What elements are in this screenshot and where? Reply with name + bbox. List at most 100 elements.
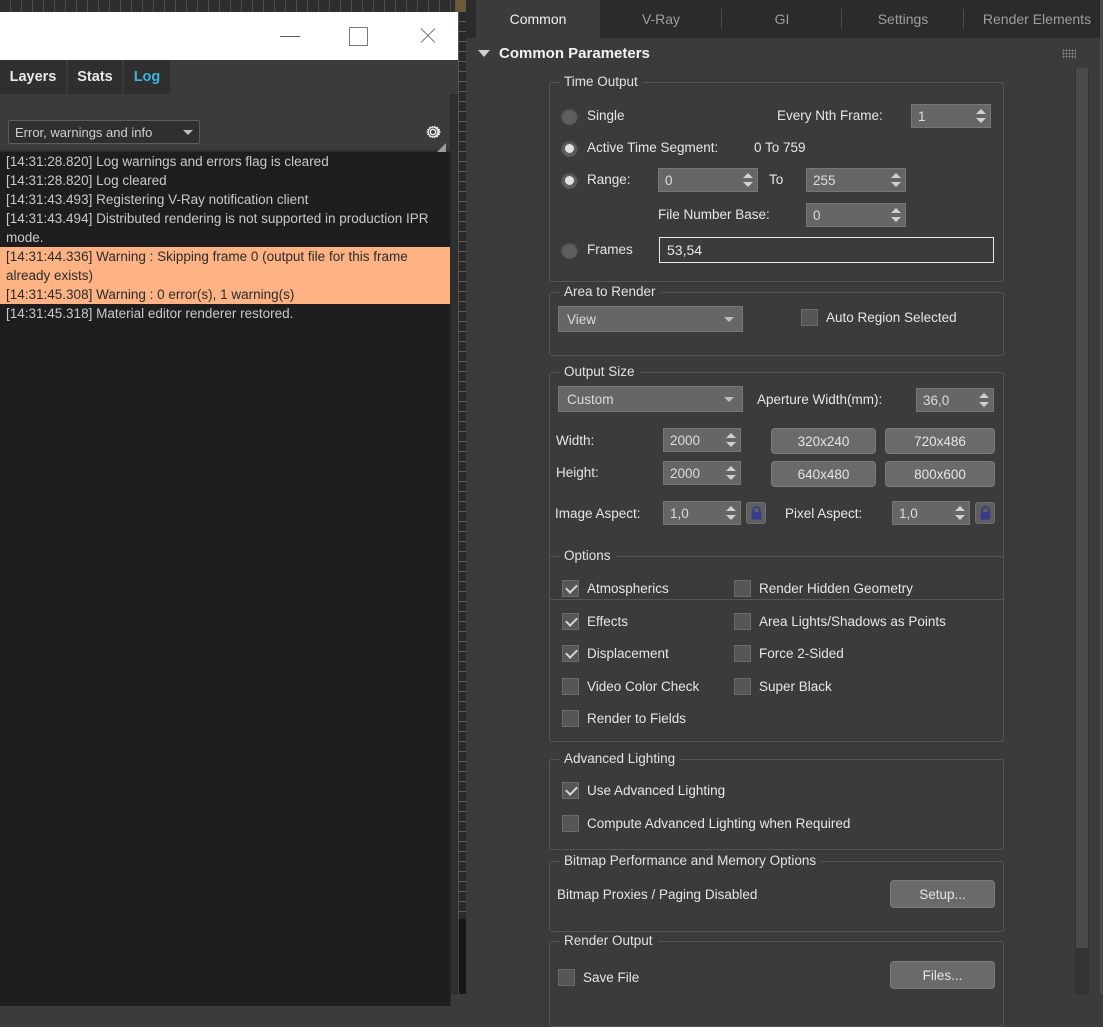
option-label-video-color-check: Video Color Check: [587, 678, 700, 694]
radio-single[interactable]: [561, 108, 578, 125]
spinner-width[interactable]: 2000: [663, 428, 741, 452]
gear-icon[interactable]: [422, 121, 444, 143]
group-label-advanced-lighting: Advanced Lighting: [559, 751, 681, 766]
preset-button-720x486[interactable]: 720x486: [885, 428, 995, 454]
option-label-displacement: Displacement: [587, 646, 669, 661]
spinner-arrows-icon[interactable]: [722, 502, 738, 524]
spinner-height[interactable]: 2000: [663, 461, 741, 485]
frames-input[interactable]: 53,54: [659, 237, 994, 263]
close-icon: [418, 26, 438, 46]
panel-body: Time Output Single Every Nth Frame: 1 Ac…: [466, 68, 1072, 1027]
drag-handle-dots[interactable]: [1062, 49, 1076, 59]
option-checkbox-displacement[interactable]: [562, 645, 579, 662]
radio-frames[interactable]: [561, 242, 578, 259]
label-aperture-width: Aperture Width(mm):: [757, 392, 883, 407]
label-single: Single: [587, 108, 625, 123]
spinner-arrows-icon[interactable]: [722, 429, 738, 451]
checkbox-save-file[interactable]: [558, 969, 575, 986]
pixel-aspect-lock-button[interactable]: [975, 502, 995, 524]
option-checkbox-effects[interactable]: [562, 612, 579, 630]
rollout-title: Common Parameters: [499, 44, 650, 62]
spinner-arrows-icon[interactable]: [951, 502, 967, 524]
output-size-preset-dropdown[interactable]: Custom: [558, 386, 743, 412]
scrollbar-thumb[interactable]: [1076, 68, 1088, 948]
maximize-button[interactable]: [324, 12, 393, 60]
option-label-render-hidden-geometry: Render Hidden Geometry: [759, 581, 913, 596]
area-to-render-dropdown[interactable]: View: [558, 306, 743, 332]
aperture-width-value: 36,0: [923, 392, 950, 408]
radio-active-time-segment[interactable]: [561, 140, 578, 157]
render-setup-tab-bar: Common V-Ray GI Settings Render Elements: [466, 0, 1100, 38]
spinner-arrows-icon[interactable]: [975, 389, 991, 411]
option-checkbox-render-to-fields[interactable]: [562, 710, 579, 727]
tab-render-elements[interactable]: Render Elements: [964, 0, 1103, 38]
spinner-arrows-icon[interactable]: [739, 169, 755, 191]
file-number-base-value: 0: [813, 207, 821, 223]
advanced-lighting-label-use-advanced-lighting: Use Advanced Lighting: [587, 783, 726, 798]
tab-gi[interactable]: GI: [722, 0, 842, 38]
spinner-arrows-icon[interactable]: [722, 462, 738, 484]
label-width: Width:: [556, 433, 595, 448]
tab-stats[interactable]: Stats: [68, 60, 124, 94]
tab-layers[interactable]: Layers: [0, 60, 68, 94]
resize-grip[interactable]: [437, 143, 446, 152]
chevron-down-icon: [183, 129, 193, 135]
close-button[interactable]: [393, 12, 462, 60]
bitmap-setup-button[interactable]: Setup...: [890, 880, 995, 908]
tab-v-ray[interactable]: V-Ray: [600, 0, 722, 38]
spinner-image-aspect[interactable]: 1,0: [663, 501, 741, 525]
spinner-aperture-width[interactable]: 36,0: [916, 388, 994, 412]
option-checkbox-area-lights-shadows-as-points[interactable]: [734, 612, 751, 630]
log-line: [14:31:43.494] Distributed rendering is …: [6, 211, 433, 245]
rollout-header-common-parameters[interactable]: Common Parameters: [466, 38, 1100, 68]
tab-label: Common: [509, 11, 567, 27]
every-nth-frame-value: 1: [918, 108, 926, 124]
log-level-filter-value: Error, warnings and info: [15, 124, 153, 140]
spinner-arrows-icon[interactable]: [887, 169, 903, 191]
log-level-filter-dropdown[interactable]: Error, warnings and info: [8, 120, 200, 144]
spinner-range-to[interactable]: 255: [806, 168, 906, 192]
option-label-render-to-fields: Render to Fields: [587, 711, 687, 726]
label-save-file: Save File: [583, 970, 640, 985]
option-checkbox-atmospherics[interactable]: [562, 580, 579, 597]
spinner-file-number-base[interactable]: 0: [806, 203, 906, 227]
output-size-preset-value: Custom: [567, 391, 614, 407]
render-output-files-button[interactable]: Files...: [890, 961, 995, 989]
spinner-every-nth-frame[interactable]: 1: [911, 104, 991, 128]
panel-scrollbar[interactable]: [1075, 68, 1089, 994]
chevron-down-icon: [478, 49, 490, 57]
area-to-render-value: View: [567, 311, 597, 327]
tab-label: Render Elements: [982, 11, 1092, 27]
spinner-pixel-aspect[interactable]: 1,0: [892, 501, 970, 525]
option-checkbox-video-color-check[interactable]: [562, 677, 579, 695]
option-checkbox-force-2-sided[interactable]: [734, 645, 751, 662]
log-line: [14:31:28.820] Log cleared: [6, 173, 167, 188]
option-label-atmospherics: Atmospherics: [587, 581, 669, 596]
spinner-arrows-icon[interactable]: [887, 204, 903, 226]
chevron-down-icon: [724, 316, 734, 322]
tab-log[interactable]: Log: [124, 60, 170, 94]
log-filter-toolbar: Error, warnings and info: [0, 94, 451, 150]
image-aspect-lock-button[interactable]: [746, 502, 766, 524]
group-advanced-lighting: Advanced Lighting: [549, 751, 1004, 850]
spinner-arrows-icon[interactable]: [972, 105, 988, 127]
lock-icon: [751, 505, 761, 520]
preset-button-800x600[interactable]: 800x600: [885, 461, 995, 487]
option-checkbox-super-black[interactable]: [734, 677, 751, 695]
checkbox-auto-region-selected[interactable]: [801, 309, 818, 326]
tab-common[interactable]: Common: [476, 0, 600, 38]
advanced-lighting-checkbox-use-advanced-lighting[interactable]: [562, 782, 579, 799]
group-label-output-size: Output Size: [559, 364, 640, 379]
log-output-area[interactable]: [14:31:28.820] Log warnings and errors f…: [0, 152, 451, 1006]
advanced-lighting-checkbox-compute-advanced-lighting-when-required[interactable]: [562, 815, 579, 832]
minimize-button[interactable]: [255, 12, 324, 60]
preset-button-320x240[interactable]: 320x240: [771, 428, 876, 454]
spinner-range-from[interactable]: 0: [658, 168, 758, 192]
option-checkbox-render-hidden-geometry[interactable]: [734, 580, 751, 597]
preset-button-640x480[interactable]: 640x480: [771, 461, 876, 487]
tab-settings[interactable]: Settings: [842, 0, 964, 38]
label-active-time-segment: Active Time Segment:: [587, 140, 719, 155]
label-file-number-base: File Number Base:: [658, 207, 770, 222]
radio-range[interactable]: [561, 172, 578, 189]
log-line: [14:31:43.493] Registering V-Ray notific…: [6, 192, 309, 207]
